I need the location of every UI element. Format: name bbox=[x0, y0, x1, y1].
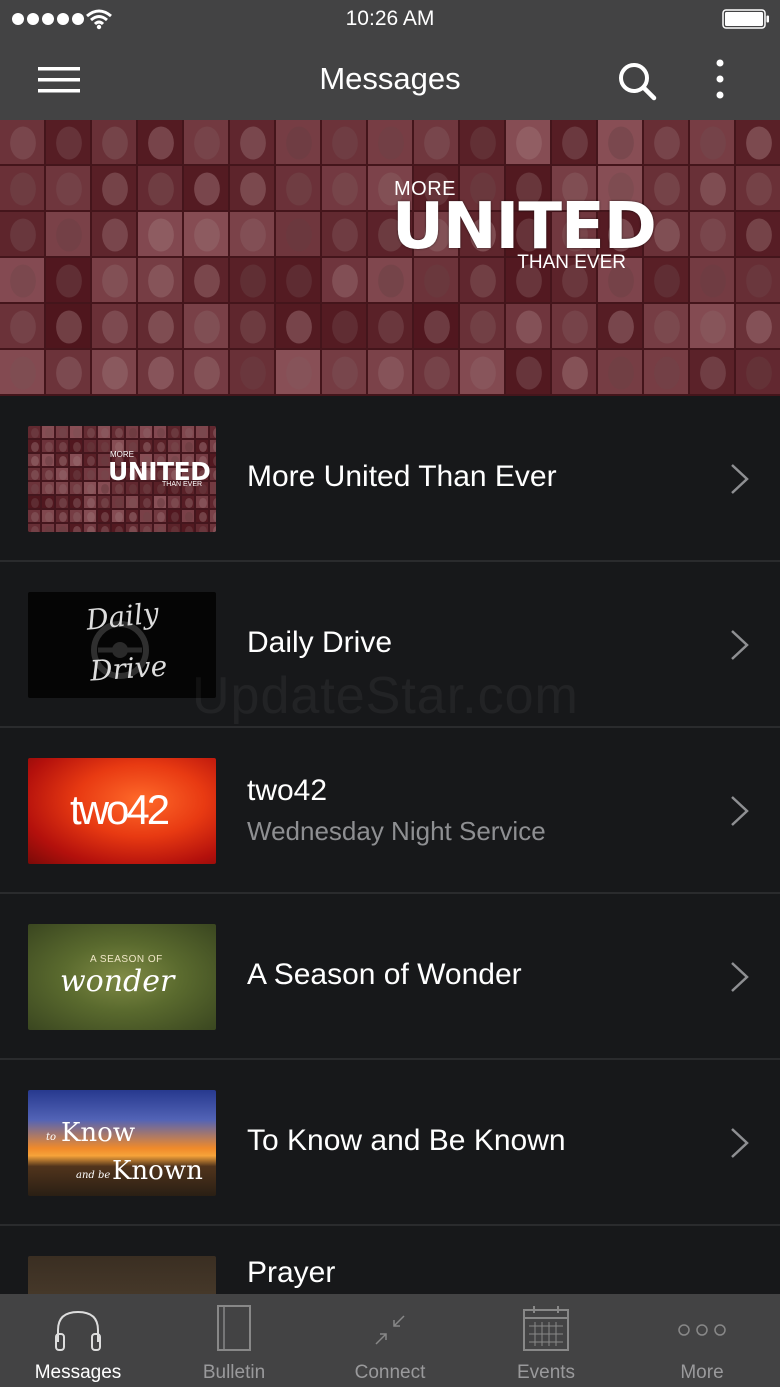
bulletin-icon bbox=[217, 1305, 251, 1351]
item-title: two42 bbox=[247, 774, 328, 807]
list-item[interactable]: two42 two42 Wednesday Night Service bbox=[0, 728, 780, 894]
messages-list: MORE UNITED THAN EVER More United Than E… bbox=[0, 396, 780, 1387]
item-title: A Season of Wonder bbox=[247, 958, 522, 991]
tab-messages[interactable]: Messages bbox=[0, 1294, 156, 1387]
list-item[interactable]: A SEASON OF wonder A Season of Wonder bbox=[0, 894, 780, 1060]
list-item[interactable]: Daily Drive Daily Drive bbox=[0, 562, 780, 728]
thumb-text: wonder bbox=[60, 964, 175, 999]
chevron-right-icon bbox=[731, 962, 749, 992]
thumb-text: to bbox=[46, 1132, 57, 1143]
chevron-right-icon bbox=[731, 630, 749, 660]
headphones-icon bbox=[55, 1310, 101, 1351]
logo-bottom-text: THAN EVER bbox=[517, 252, 626, 273]
page-title: Messages bbox=[319, 61, 461, 96]
list-item[interactable]: MORE UNITED THAN EVER More United Than E… bbox=[0, 396, 780, 562]
tab-events[interactable]: Events bbox=[468, 1294, 624, 1387]
tab-bar: Messages Bulletin Connect Events More bbox=[0, 1294, 780, 1387]
series-thumbnail: A SEASON OF wonder bbox=[28, 924, 216, 1030]
thumb-text: two42 bbox=[70, 786, 170, 833]
thumb-text: and be bbox=[76, 1170, 111, 1181]
chevron-right-icon bbox=[731, 464, 749, 494]
connect-icon bbox=[375, 1315, 405, 1345]
series-thumbnail: to Know and be Known bbox=[28, 1090, 216, 1196]
search-icon[interactable] bbox=[616, 60, 658, 102]
chevron-right-icon bbox=[731, 796, 749, 826]
nav-bar: Messages bbox=[0, 40, 780, 120]
calendar-icon bbox=[523, 1306, 569, 1351]
item-title: Daily Drive bbox=[247, 626, 393, 659]
tab-connect[interactable]: Connect bbox=[312, 1294, 468, 1387]
series-thumbnail: Daily Drive bbox=[28, 592, 216, 698]
series-logo: MORE UNITED THAN EVER bbox=[392, 178, 657, 338]
thumb-text: THAN EVER bbox=[162, 481, 203, 488]
more-dots-icon bbox=[678, 1324, 726, 1336]
kebab-icon[interactable] bbox=[708, 58, 732, 102]
tab-label: Events bbox=[516, 1362, 576, 1383]
status-bar: 10:26 AM bbox=[0, 0, 780, 40]
faces-mosaic-image bbox=[0, 120, 780, 396]
thumb-text: Know bbox=[61, 1118, 136, 1148]
item-subtitle: Wednesday Night Service bbox=[247, 816, 546, 846]
thumb-text: Drive bbox=[88, 649, 169, 688]
thumb-text: Known bbox=[112, 1156, 203, 1186]
battery-icon bbox=[722, 9, 769, 29]
item-title: More United Than Ever bbox=[247, 460, 557, 493]
hero-banner[interactable]: MORE UNITED THAN EVER bbox=[0, 120, 780, 396]
tab-label: Bulletin bbox=[202, 1362, 266, 1383]
chevron-right-icon bbox=[731, 1128, 749, 1158]
series-thumbnail: MORE UNITED THAN EVER bbox=[28, 426, 216, 532]
tab-more[interactable]: More bbox=[624, 1294, 780, 1387]
tab-bulletin[interactable]: Bulletin bbox=[156, 1294, 312, 1387]
tab-label: Messages bbox=[34, 1362, 122, 1383]
item-title: To Know and Be Known bbox=[247, 1124, 566, 1157]
item-title: Prayer bbox=[247, 1256, 336, 1289]
list-item[interactable]: to Know and be Known To Know and Be Know… bbox=[0, 1060, 780, 1226]
tab-label: Connect bbox=[354, 1362, 426, 1383]
status-time: 10:26 AM bbox=[345, 7, 435, 30]
tab-label: More bbox=[680, 1362, 724, 1383]
series-thumbnail: two42 bbox=[28, 758, 216, 864]
